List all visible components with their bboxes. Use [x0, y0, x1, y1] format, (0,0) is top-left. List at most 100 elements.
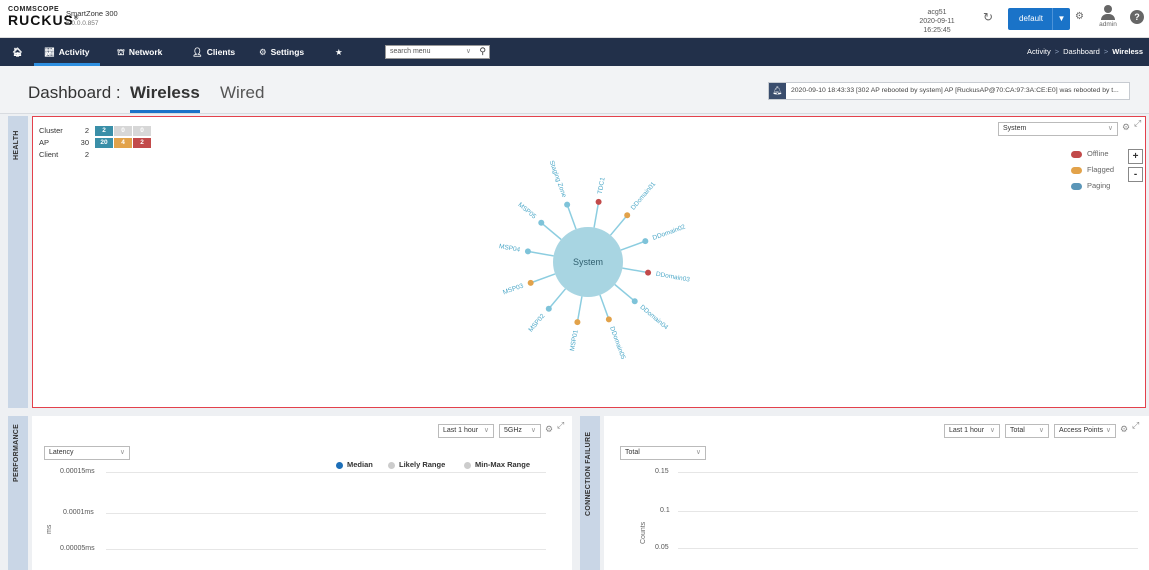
topology-link [622, 267, 649, 274]
top-header: COMMSCOPE RUCKUS® SmartZone 300 6.0.0.0.… [0, 0, 1149, 38]
y-tick: 0.00005ms [60, 545, 95, 552]
perf-time-select[interactable]: Last 1 hour ∨ [438, 424, 494, 438]
topology-node-label: DDomain01 [630, 180, 658, 211]
health-panel: Cluster 2 2 0 0 AP 30 20 4 2 Client 2 Sy… [32, 116, 1146, 408]
latest-event-banner[interactable]: 🔔︎ 2020-09-10 18:43:33 [302 AP rebooted … [768, 82, 1130, 100]
perf-band-select[interactable]: 5GHz ∨ [499, 424, 541, 438]
chart-line-icon: 📈︎ [44, 47, 55, 57]
user-icon: 👤︎ [192, 47, 203, 57]
user-name: admin [1099, 21, 1117, 28]
gear-icon[interactable]: ⚙ [1075, 11, 1084, 22]
chevron-down-icon: ∨ [989, 427, 995, 434]
product-info: SmartZone 300 6.0.0.0.857 [66, 9, 118, 29]
topology-node[interactable] [605, 316, 612, 323]
gear-icon: ⚙ [259, 47, 267, 57]
y-tick: 0.05 [655, 544, 669, 551]
search-menu-placeholder: search menu [390, 48, 431, 55]
conn-metric-select[interactable]: Total ∨ [620, 446, 706, 460]
health-tab-label: HEALTH [13, 130, 20, 160]
breadcrumb-dashboard[interactable]: Dashboard [1063, 47, 1100, 56]
topology-node[interactable] [574, 319, 581, 326]
system-node-label: System [573, 257, 603, 267]
topology-link [593, 201, 600, 228]
tab-wired[interactable]: Wired [220, 83, 264, 103]
topology-node[interactable] [545, 305, 552, 312]
topology-link [530, 273, 556, 284]
chevron-down-icon: ∨ [119, 449, 125, 456]
health-topology: TDC1 DDomain01 DDomain02 DDomain03 DDomain04… [498, 160, 690, 361]
topology-node-label: DDomain03 [655, 271, 690, 284]
current-datetime: 2020-09-11 16:25:45 [919, 18, 955, 34]
chevron-down-icon: ∨ [1105, 427, 1111, 434]
y-axis-label: Counts [640, 521, 647, 544]
gear-icon[interactable]: ⚙ [545, 424, 553, 435]
refresh-icon[interactable]: ↻ [983, 10, 993, 24]
connection-failure-side-tab[interactable]: CONNECTION FAILURE [580, 416, 600, 570]
topology-node[interactable] [624, 212, 631, 219]
main-nav: 🏠︎ 📈︎ Activity ⛫ Network 👤︎ Clients ⚙ Settin… [0, 38, 1149, 66]
breadcrumb: Activity > Dashboard > Wireless [1026, 47, 1143, 56]
y-axis-unit: ms [46, 524, 53, 534]
topology-link [527, 250, 554, 257]
topology-node-label: MSP05 [516, 201, 537, 220]
topology-link [566, 204, 577, 230]
topology-node[interactable] [645, 269, 652, 276]
tab-wireless[interactable]: Wireless [130, 83, 200, 113]
nav-item-settings[interactable]: ⚙ Settings [259, 38, 304, 66]
performance-side-tab[interactable]: PERFORMANCE [8, 416, 28, 570]
chevron-down-icon: ∨ [530, 427, 536, 434]
topology-node[interactable] [631, 298, 638, 305]
home-icon[interactable]: 🏠︎ [12, 38, 23, 66]
y-tick: 0.00015ms [60, 468, 95, 475]
y-tick: 0.15 [655, 468, 669, 475]
topology-node-label: MSP01 [569, 329, 580, 352]
chevron-down-icon: ∨ [465, 48, 471, 55]
product-version: 6.0.0.0.857 [66, 20, 99, 27]
topology-node[interactable] [527, 279, 534, 286]
topology-link [599, 294, 610, 320]
product-name: SmartZone 300 [66, 9, 118, 18]
page-title: Dashboard : [28, 83, 121, 102]
host-info: acg51 2020-09-11 16:25:45 [905, 8, 969, 35]
bell-icon: 🔔︎ [769, 83, 786, 99]
topology-node[interactable] [595, 198, 602, 205]
favorites-star-icon[interactable]: ★ [335, 38, 343, 66]
health-side-tab[interactable]: HEALTH [8, 116, 28, 408]
user-menu[interactable]: admin [1096, 5, 1120, 28]
host-name: acg51 [927, 9, 947, 16]
breadcrumb-wireless: Wireless [1112, 47, 1143, 56]
breadcrumb-activity[interactable]: Activity [1027, 47, 1051, 56]
topology-link [620, 240, 646, 251]
expand-icon[interactable]: ⤢ [1132, 420, 1139, 431]
avatar-icon [1104, 5, 1112, 13]
topology-link [576, 296, 583, 323]
search-menu-input[interactable]: search menu ∨ ⚲ [385, 45, 490, 59]
gear-icon[interactable]: ⚙ [1120, 424, 1128, 435]
y-tick: 0.0001ms [63, 509, 94, 516]
connection-failure-tab-label: CONNECTION FAILURE [585, 431, 592, 516]
performance-tab-label: PERFORMANCE [13, 423, 20, 482]
help-icon[interactable]: ? [1130, 10, 1144, 24]
conn-time-select[interactable]: Last 1 hour ∨ [944, 424, 1000, 438]
domain-selector-button[interactable]: default ▼ [1008, 8, 1070, 30]
nav-item-clients[interactable]: 👤︎ Clients [192, 38, 235, 66]
topology-node-label: Staging Zone [548, 160, 568, 199]
topology-link [548, 288, 567, 310]
topology-node[interactable] [538, 219, 545, 226]
conn-type-select[interactable]: Total ∨ [1005, 424, 1049, 438]
expand-icon[interactable]: ⤢ [557, 420, 564, 431]
topology-node[interactable] [642, 238, 649, 245]
conn-group-select[interactable]: Access Points ∨ [1054, 424, 1116, 438]
nav-item-activity[interactable]: 📈︎ Activity [34, 38, 100, 66]
chevron-down-icon: ∨ [1038, 427, 1044, 434]
legend-likely-range: Likely Range [388, 460, 445, 469]
search-icon[interactable]: ⚲ [479, 46, 486, 57]
topology-node-label: DDomain05 [608, 326, 626, 361]
nav-item-network[interactable]: ⛫ Network [117, 38, 162, 66]
topology-node[interactable] [564, 201, 571, 208]
topology-node-label: TDC1 [597, 176, 607, 194]
perf-metric-select[interactable]: Latency ∨ [44, 446, 130, 460]
topology-link [609, 214, 628, 236]
topology-node[interactable] [524, 248, 531, 255]
legend-median: Median [336, 460, 373, 469]
